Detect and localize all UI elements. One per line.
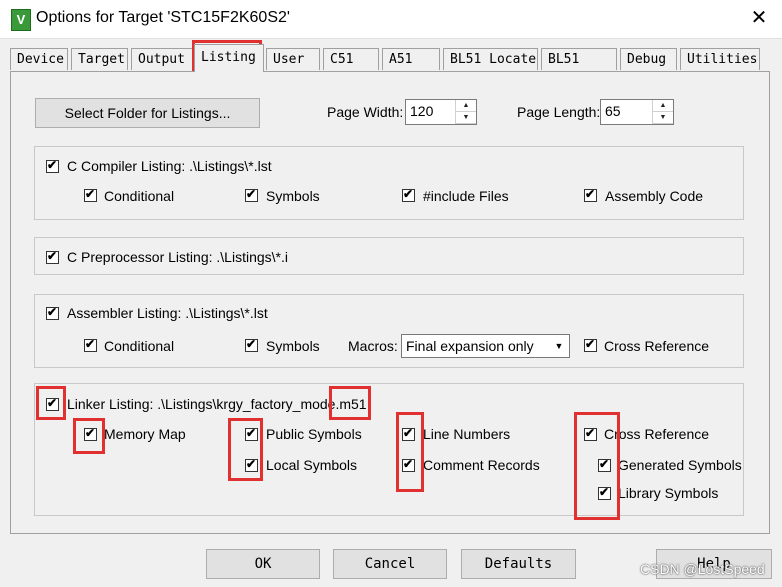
line-comment-highlight [396,412,424,492]
close-icon[interactable]: ✕ [748,6,770,30]
title-bar: V Options for Target 'STC15F2K60S2' ✕ [0,0,782,39]
page-width-label: Page Width: [327,104,404,120]
page-width-value: 120 [410,103,434,119]
tab-a51[interactable]: A51 [382,48,440,70]
m51-extension-highlight [329,386,371,420]
c-include-files-label: #include Files [423,188,509,204]
asm-conditional-label: Conditional [104,338,175,354]
asm-symbols-label: Symbols [266,338,320,354]
line-numbers-label: Line Numbers [423,426,511,442]
linker-label: Linker Listing: .\Listings\krgy_factory_… [67,396,367,412]
c-symbols-checkbox[interactable] [245,187,258,202]
tab-c51[interactable]: C51 [323,48,379,70]
tab-user[interactable]: User [266,48,320,70]
tab-target[interactable]: Target [71,48,128,70]
tab-debug[interactable]: Debug [620,48,677,70]
cancel-button[interactable]: Cancel [333,549,447,579]
symbols-highlight [228,418,263,481]
spin-up-icon[interactable]: ▲ [653,100,673,112]
cross-reference-highlight [574,412,620,520]
c-compiler-checkbox[interactable] [46,158,59,173]
uvision-app-icon: V [11,9,31,31]
c-preprocessor-label: C Preprocessor Listing: .\Listings\*.i [67,249,288,265]
c-assembly-code-label: Assembly Code [605,188,704,204]
csdn-watermark: CSDN @LostSpeed [640,561,765,577]
assembler-label: Assembler Listing: .\Listings\*.lst [67,305,268,321]
spin-up-icon[interactable]: ▲ [456,100,476,112]
spin-down-icon[interactable]: ▼ [456,112,476,124]
ok-button[interactable]: OK [206,549,320,579]
tab-bl51-locate[interactable]: BL51 Locate [443,48,538,70]
tab-output[interactable]: Output [131,48,193,70]
local-symbols-label: Local Symbols [266,457,358,473]
spin-down-icon[interactable]: ▼ [653,112,673,124]
page-length-value: 65 [605,103,621,119]
assembler-checkbox[interactable] [46,305,59,320]
public-symbols-label: Public Symbols [266,426,362,442]
asm-conditional-checkbox[interactable] [84,337,97,352]
tab-bl51-misc[interactable]: BL51 Misc [541,48,617,89]
select-folder-button[interactable]: Select Folder for Listings... [35,98,260,128]
generated-symbols-label: Generated Symbols [618,457,742,473]
macros-select[interactable]: Final expansion only ▼ [401,334,570,358]
tab-listing[interactable]: Listing [194,44,264,72]
memory-map-highlight [73,418,105,454]
c-assembly-code-checkbox[interactable] [584,187,597,202]
c-conditional-checkbox[interactable] [84,187,97,202]
page-width-stepper[interactable]: 120 ▲ ▼ [405,99,477,125]
page-length-stepper[interactable]: 65 ▲ ▼ [600,99,674,125]
memory-map-label: Memory Map [104,426,186,442]
comment-records-label: Comment Records [423,457,540,473]
c-compiler-label: C Compiler Listing: .\Listings\*.lst [67,158,272,174]
c-include-files-checkbox[interactable] [402,187,415,202]
asm-cross-reference-label: Cross Reference [604,338,710,354]
window-title: Options for Target 'STC15F2K60S2' [36,9,290,26]
tab-device[interactable]: Device [10,48,68,70]
macros-label: Macros: [348,338,398,354]
asm-symbols-checkbox[interactable] [245,337,258,352]
c-conditional-label: Conditional [104,188,175,204]
linker-checkbox-highlight [36,386,66,420]
c-symbols-label: Symbols [266,188,320,204]
page-width-spin-arrows[interactable]: ▲ ▼ [455,100,476,124]
asm-cross-reference-checkbox[interactable] [584,337,597,352]
c-preprocessor-checkbox[interactable] [46,249,59,264]
defaults-button[interactable]: Defaults [461,549,576,579]
tab-utilities[interactable]: Utilities [680,48,760,70]
library-symbols-label: Library Symbols [618,485,719,501]
chevron-down-icon[interactable]: ▼ [551,337,567,355]
macros-value: Final expansion only [406,338,534,354]
page-length-label: Page Length: [517,104,601,120]
page-length-spin-arrows[interactable]: ▲ ▼ [652,100,673,124]
